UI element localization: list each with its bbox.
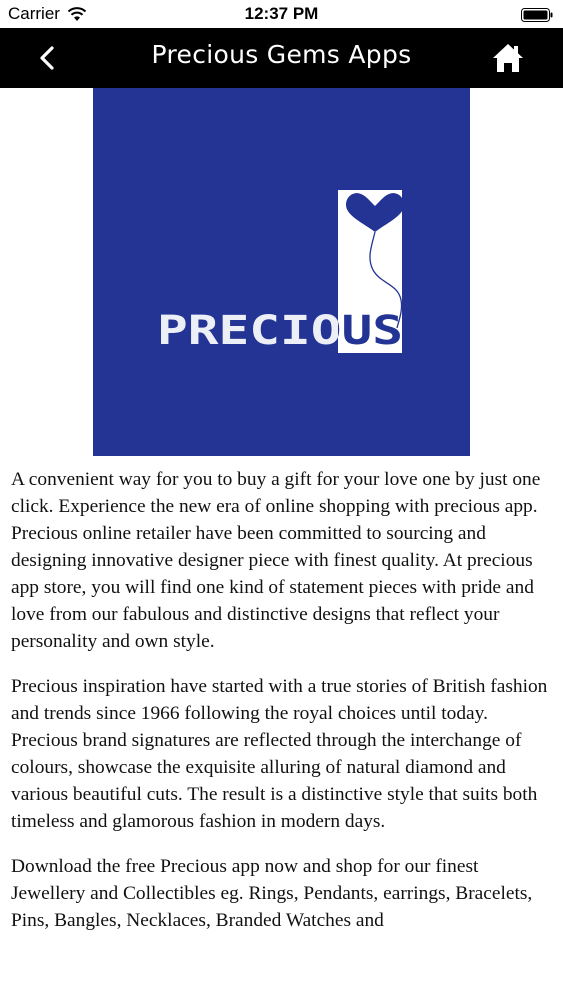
home-icon xyxy=(493,44,523,72)
battery-icon xyxy=(521,8,553,22)
status-time: 12:37 PM xyxy=(244,4,319,23)
navigation-bar: Precious Gems Apps xyxy=(0,28,563,88)
home-button[interactable] xyxy=(491,41,525,75)
page-title: Precious Gems Apps xyxy=(151,40,412,69)
description-paragraph: Precious inspiration have started with a… xyxy=(11,676,548,832)
brand-logo: PRECIOUS PRECIOUS xyxy=(93,88,470,456)
description-paragraph: Download the free Precious app now and s… xyxy=(11,856,533,931)
description-paragraph: A convenient way for you to buy a gift f… xyxy=(11,469,541,652)
status-bar: Carrier 12:37 PM xyxy=(0,0,563,28)
description-text: A convenient way for you to buy a gift f… xyxy=(11,466,551,952)
